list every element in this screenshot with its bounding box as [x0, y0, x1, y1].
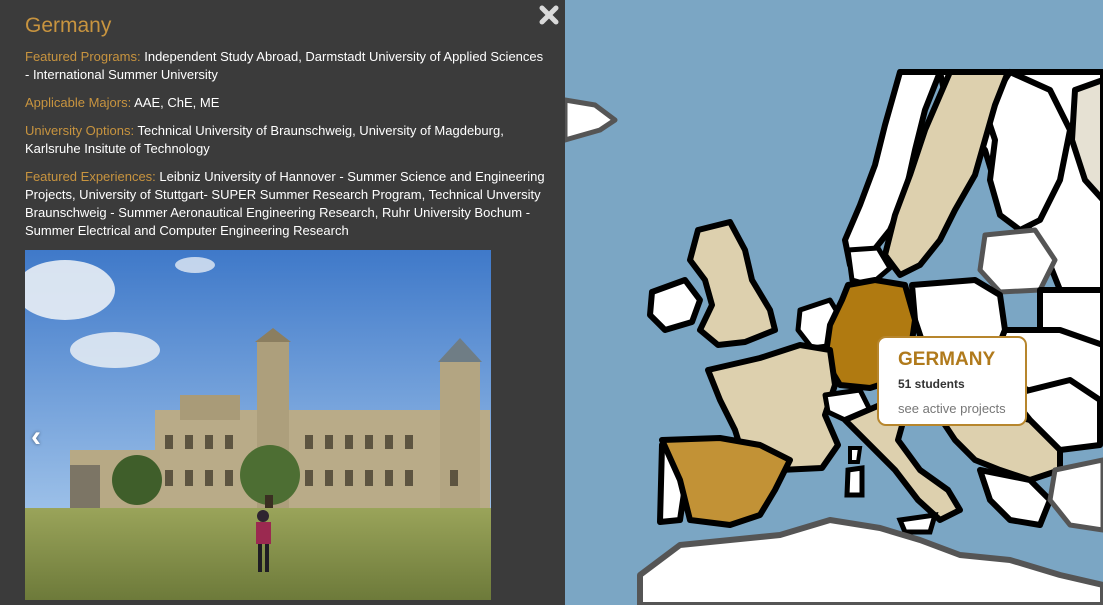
country-tooltip: GERMANY 51 students see active projects: [877, 336, 1027, 426]
featured-experiences-label: Featured Experiences:: [25, 169, 156, 184]
map-island-corsica: [848, 446, 863, 464]
close-x-icon[interactable]: [536, 2, 562, 28]
featured-programs-label: Featured Programs:: [25, 49, 141, 64]
featured-experiences: Featured Experiences: Leibniz University…: [25, 168, 545, 240]
photo-university-building: [25, 250, 491, 600]
applicable-majors-value: AAE, ChE, ME: [134, 95, 220, 110]
chevron-left-icon[interactable]: ‹: [31, 422, 41, 452]
tooltip-country-name: GERMANY: [898, 349, 996, 370]
panel-title: Germany: [25, 14, 112, 37]
map-island-sicily: [896, 511, 939, 535]
map-region-baltics[interactable]: [977, 227, 1058, 295]
see-active-projects-link[interactable]: see active projects: [898, 401, 1006, 416]
map-country-ireland[interactable]: [647, 277, 703, 333]
program-photo: ‹ ›: [25, 250, 491, 600]
featured-programs: Featured Programs: Independent Study Abr…: [25, 48, 545, 84]
country-detail-panel: Germany Featured Programs: Independent S…: [0, 0, 565, 605]
university-options-label: University Options:: [25, 123, 135, 138]
map-island-sardinia: [844, 465, 865, 498]
university-options: University Options: Technical University…: [25, 122, 545, 158]
tooltip-student-count: 51 students: [898, 377, 965, 391]
applicable-majors-label: Applicable Majors:: [25, 95, 132, 110]
applicable-majors: Applicable Majors: AAE, ChE, ME: [25, 94, 545, 112]
